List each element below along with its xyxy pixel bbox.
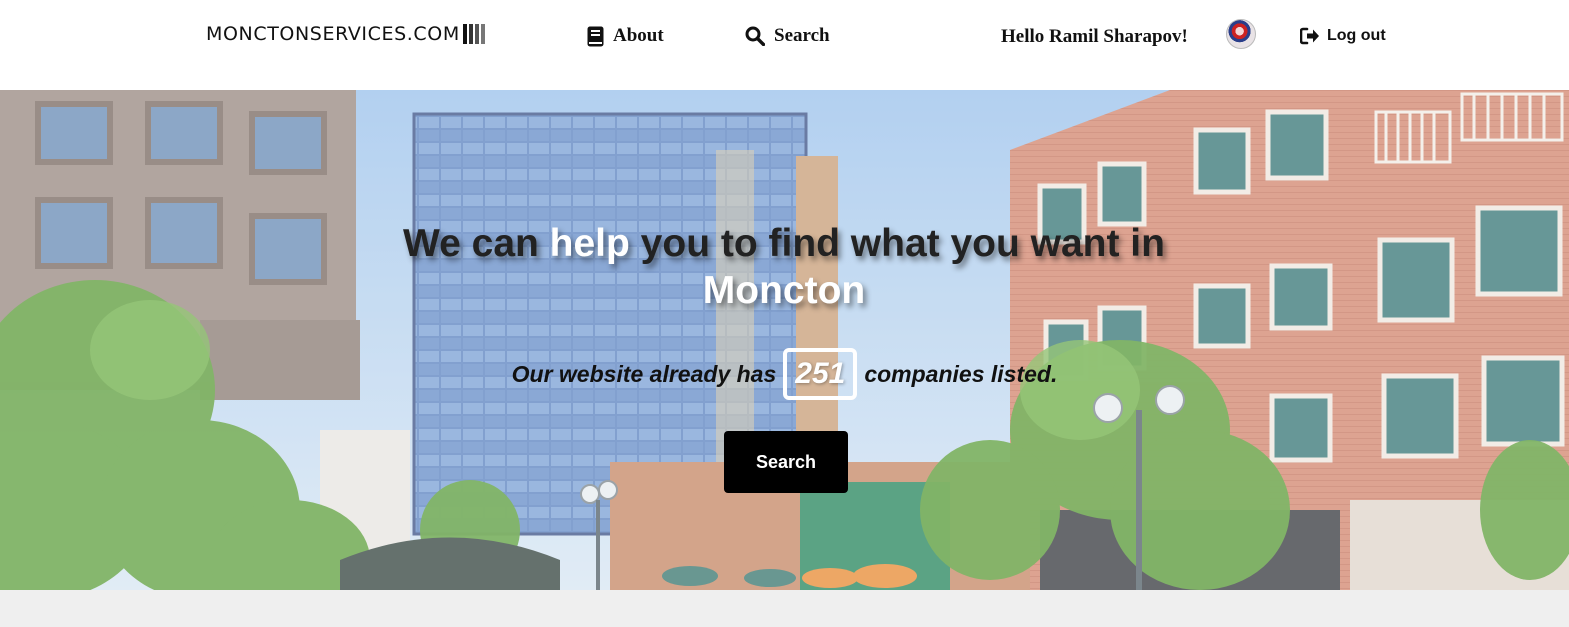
- nav-about-link[interactable]: About: [587, 25, 664, 47]
- sign-out-icon: [1300, 27, 1320, 45]
- hero-overlay: [0, 90, 1569, 590]
- headline-text-start: We can: [403, 222, 550, 265]
- company-count-line: Our website already has 251 companies li…: [0, 348, 1569, 400]
- hero-banner: We can help you to find what you want in…: [0, 90, 1569, 590]
- stats-suffix: companies listed.: [864, 360, 1058, 387]
- book-icon: [587, 26, 604, 47]
- hero-search-button[interactable]: Search: [724, 431, 848, 493]
- search-icon: [745, 26, 765, 46]
- user-avatar[interactable]: [1226, 19, 1256, 49]
- hero-headline: We can help you to find what you want in…: [384, 220, 1184, 314]
- logo-bars-icon: [462, 24, 485, 44]
- site-logo-text: MONCTONSERVICES.COM: [206, 23, 460, 45]
- headline-text-end: you to find what you want in: [629, 222, 1165, 265]
- nav-about-label: About: [613, 25, 664, 46]
- nav-search-link[interactable]: Search: [745, 25, 830, 47]
- headline-city: Moncton: [702, 269, 866, 312]
- stats-prefix: Our website already has: [511, 360, 777, 387]
- logout-label: Log out: [1327, 27, 1386, 44]
- logout-button[interactable]: Log out: [1300, 27, 1386, 45]
- user-greeting: Hello Ramil Sharapov!: [1001, 26, 1188, 47]
- page-content-area: [0, 590, 1569, 627]
- site-logo[interactable]: MONCTONSERVICES.COM: [206, 23, 485, 45]
- top-navigation-bar: MONCTONSERVICES.COM About Search Hello R…: [0, 0, 1569, 90]
- company-count-badge: 251: [783, 348, 858, 400]
- nav-search-label: Search: [774, 25, 830, 46]
- headline-highlight: help: [549, 222, 630, 265]
